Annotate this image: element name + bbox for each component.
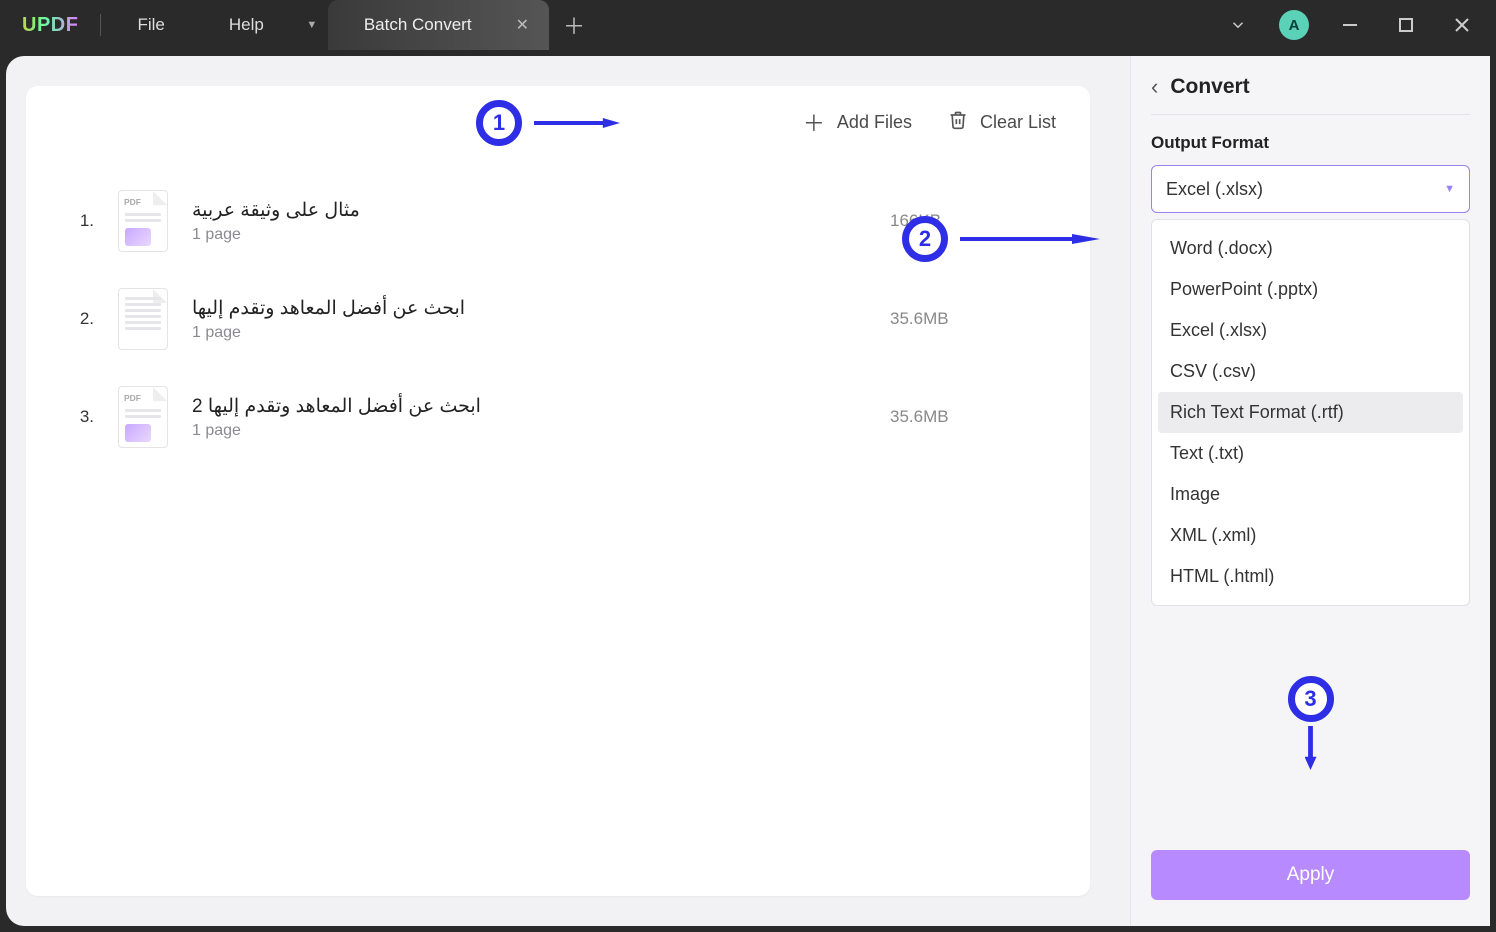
chevron-down-icon: ▼ [1444,183,1455,195]
format-option[interactable]: CSV (.csv) [1158,351,1463,392]
format-option[interactable]: Word (.docx) [1158,228,1463,269]
add-files-button[interactable]: ＋ Add Files [803,106,912,138]
separator [100,14,101,36]
app-logo: UPDF [4,14,96,37]
row-number: 1. [66,211,94,231]
window-minimize-icon[interactable] [1328,3,1372,47]
tab-batch-convert[interactable]: Batch Convert ✕ [328,0,549,50]
window-close-icon[interactable] [1440,3,1484,47]
file-row[interactable]: 3. PDF ابحث عن أفضل المعاهد وتقدم إليها 2 1… [66,368,1050,466]
select-value: Excel (.xlsx) [1166,179,1263,200]
file-size: 35.6MB [890,407,1050,427]
file-pages: 1 page [192,324,866,342]
plus-icon: ＋ [803,106,825,138]
file-meta: ابحث عن أفضل المعاهد وتقدم إليها 1 page [192,297,866,342]
tab-list-caret-icon[interactable]: ▼ [296,0,328,50]
file-title: ابحث عن أفضل المعاهد وتقدم إليها [192,297,866,320]
format-option[interactable]: Image [1158,474,1463,515]
file-pages: 1 page [192,422,866,440]
format-dropdown: Word (.docx)PowerPoint (.pptx)Excel (.xl… [1151,219,1470,606]
file-row[interactable]: 2. ابحث عن أفضل المعاهد وتقدم إليها 1 page… [66,270,1050,368]
file-size: 35.6MB [890,309,1050,329]
chevron-down-icon[interactable] [1216,3,1260,47]
back-icon[interactable]: ‹ [1151,74,1158,100]
side-title: Convert [1170,75,1249,99]
content-area: ＋ Add Files Clear List 1. PDF مثال على وثي… [6,56,1130,926]
apply-button[interactable]: Apply [1151,850,1470,900]
file-row[interactable]: 1. PDF مثال على وثيقة عربية 1 page 166KB [66,172,1050,270]
side-panel: ‹ Convert Output Format Excel (.xlsx) ▼ … [1130,56,1490,926]
file-list: 1. PDF مثال على وثيقة عربية 1 page 166KB 2. اب… [26,152,1090,466]
format-option[interactable]: Excel (.xlsx) [1158,310,1463,351]
add-files-label: Add Files [837,112,912,133]
format-option[interactable]: XML (.xml) [1158,515,1463,556]
row-number: 2. [66,309,94,329]
menu-help[interactable]: Help [197,0,296,50]
file-meta: مثال على وثيقة عربية 1 page [192,199,866,244]
output-format-select[interactable]: Excel (.xlsx) ▼ [1151,165,1470,213]
tab-close-icon[interactable]: ✕ [516,15,529,35]
file-card: ＋ Add Files Clear List 1. PDF مثال على وثي… [26,86,1090,896]
file-size: 166KB [890,211,1050,231]
file-thumbnail: PDF [118,386,168,448]
output-format-label: Output Format [1151,133,1470,153]
clear-list-button[interactable]: Clear List [948,109,1056,136]
tab-title: Batch Convert [364,15,472,35]
file-meta: ابحث عن أفضل المعاهد وتقدم إليها 2 1 page [192,395,866,440]
format-option[interactable]: HTML (.html) [1158,556,1463,597]
card-toolbar: ＋ Add Files Clear List [26,86,1090,152]
file-title: مثال على وثيقة عربية [192,199,866,222]
format-option[interactable]: Text (.txt) [1158,433,1463,474]
annotation-3: 3 [1288,676,1334,770]
row-number: 3. [66,407,94,427]
format-option[interactable]: PowerPoint (.pptx) [1158,269,1463,310]
file-title: ابحث عن أفضل المعاهد وتقدم إليها 2 [192,395,866,418]
clear-list-label: Clear List [980,112,1056,133]
avatar[interactable]: A [1272,3,1316,47]
main-panel: ＋ Add Files Clear List 1. PDF مثال على وثي… [6,56,1490,926]
file-thumbnail [118,288,168,350]
titlebar: UPDF File Help ▼ Batch Convert ✕ ＋ A [0,0,1496,50]
menu-file[interactable]: File [105,0,196,50]
file-pages: 1 page [192,226,866,244]
trash-icon [948,109,968,136]
file-thumbnail: PDF [118,190,168,252]
format-option[interactable]: Rich Text Format (.rtf) [1158,392,1463,433]
window-maximize-icon[interactable] [1384,3,1428,47]
new-tab-button[interactable]: ＋ [549,0,599,50]
